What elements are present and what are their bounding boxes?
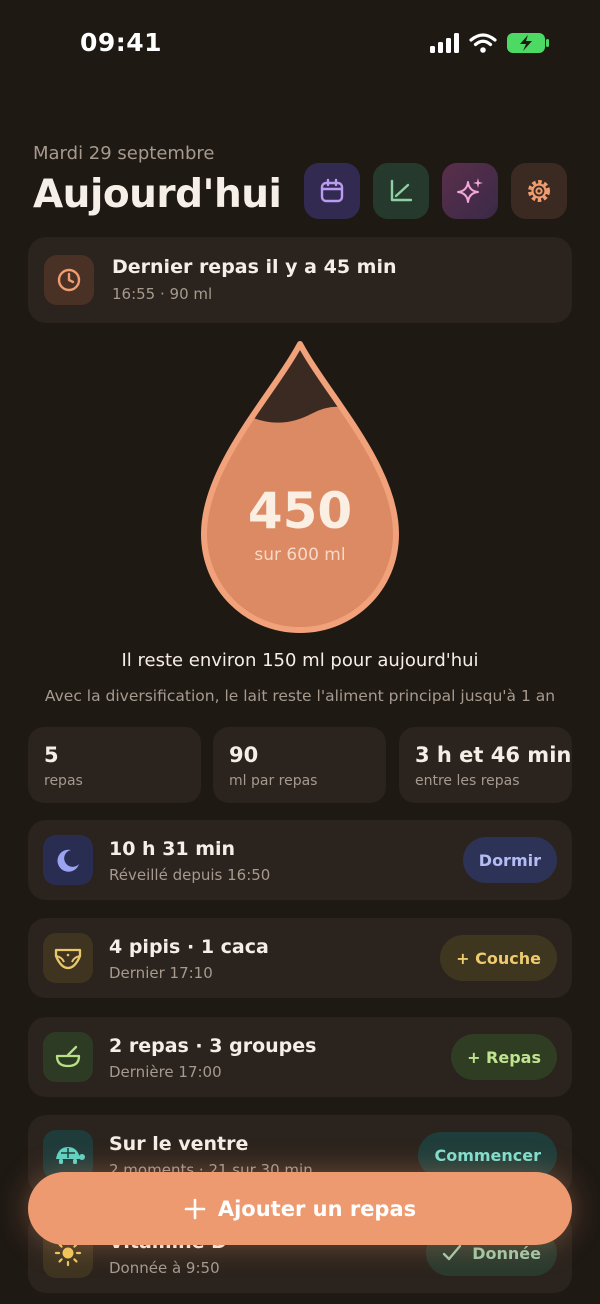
sleep-icon-box [43,835,93,885]
vitamin-d-given-label: Donnée [472,1243,541,1263]
solid-meals-card[interactable]: 2 repas · 3 groupes Dernière 17:00 + Rep… [28,1017,572,1097]
diaper-icon [54,948,82,970]
stat-value: 5 [44,743,59,767]
stat-ml-per-meal: 90 ml par repas [213,727,386,803]
chart-icon [390,179,413,202]
clock-icon [57,268,81,292]
battery-icon [507,33,549,53]
sparkles-icon [457,178,483,203]
diaper-title: 4 pipis · 1 caca [109,936,269,958]
drop-value: 450 [247,482,353,540]
sparkles-button[interactable] [442,163,498,219]
top-button-bar [304,163,567,219]
stat-label: repas [44,773,83,789]
calendar-icon [320,178,344,203]
status-icons [430,32,550,54]
stat-value: 90 [229,743,259,767]
add-meal-button[interactable]: Ajouter un repas [28,1172,572,1245]
last-meal-icon-box [44,255,94,305]
moon-icon [57,849,79,872]
wifi-icon [469,33,497,53]
status-time: 09:41 [80,28,163,57]
drop-subtitle: sur 600 ml [254,545,346,565]
gear-icon [528,180,550,202]
calendar-button[interactable] [304,163,360,219]
sleep-button[interactable]: Dormir [462,837,557,883]
stat-interval: 3 h et 46 min entre les repas [399,727,572,803]
status-bar: 09:41 [0,0,600,90]
settings-button[interactable] [511,163,567,219]
stat-value: 3 h et 46 min [415,743,572,767]
add-meal-label: Ajouter un repas [217,1196,417,1221]
hint-text: Avec la diversification, le lait reste l… [44,687,556,705]
check-icon [443,1244,462,1261]
last-meal-subtitle: 16:55 · 90 ml [112,285,213,303]
remaining-text: Il reste environ 150 ml pour aujourd'hui [121,650,479,671]
page-title: Aujourd'hui [33,172,282,217]
bowl-icon-box [43,1032,93,1082]
signal-icon [430,33,459,53]
last-meal-title: Dernier repas il y a 45 min [112,256,397,278]
diaper-card[interactable]: 4 pipis · 1 caca Dernier 17:10 + Couche [28,918,572,998]
stat-label: ml par repas [229,773,318,789]
bowl-icon [55,1045,81,1068]
last-meal-card[interactable]: Dernier repas il y a 45 min 16:55 · 90 m… [28,237,572,323]
sleep-title: 10 h 31 min [109,838,236,860]
date-label: Mardi 29 septembre [33,143,215,164]
sleep-card[interactable]: 10 h 31 min Réveillé depuis 16:50 Dormir [28,820,572,900]
plus-icon [184,1198,206,1219]
stat-label: entre les repas [415,773,520,789]
stat-meals: 5 repas [28,727,201,803]
sleep-subtitle: Réveillé depuis 16:50 [109,866,271,884]
solid-meals-subtitle: Dernière 17:00 [109,1063,222,1081]
chart-button[interactable] [373,163,429,219]
vitamin-d-subtitle: Donnée à 9:50 [109,1259,220,1277]
diaper-subtitle: Dernier 17:10 [109,964,213,982]
add-diaper-button[interactable]: + Couche [440,935,557,981]
add-solid-meal-button[interactable]: + Repas [451,1034,557,1080]
diaper-icon-box [43,933,93,983]
solid-meals-title: 2 repas · 3 groupes [109,1035,317,1057]
turtle-icon [56,1147,85,1164]
tummy-time-title: Sur le ventre [109,1133,249,1155]
